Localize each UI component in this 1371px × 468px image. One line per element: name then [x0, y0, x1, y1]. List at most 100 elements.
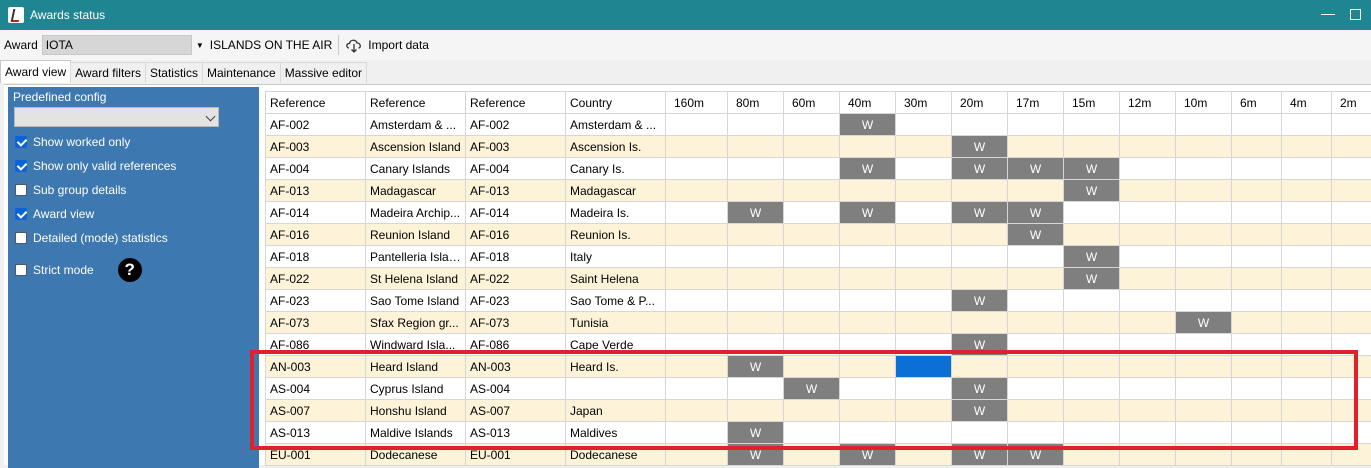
band-cell-30m[interactable]: [896, 356, 952, 378]
band-cell-10m[interactable]: [1176, 444, 1232, 466]
table-row[interactable]: AN-003Heard IslandAN-003Heard Is.W: [266, 356, 1371, 378]
band-cell-2m[interactable]: [1332, 180, 1371, 202]
band-cell-30m[interactable]: [896, 400, 952, 422]
help-icon[interactable]: ?: [118, 258, 142, 282]
band-cell-80m[interactable]: [728, 114, 784, 136]
band-cell-20m[interactable]: W: [952, 158, 1008, 180]
band-cell-2m[interactable]: [1332, 136, 1371, 158]
band-cell-4m[interactable]: [1282, 422, 1332, 444]
band-cell-6m[interactable]: [1232, 136, 1282, 158]
cell-ref[interactable]: AF-004: [266, 158, 366, 180]
cell-ref2[interactable]: AF-016: [466, 224, 566, 246]
band-cell-2m[interactable]: [1332, 202, 1371, 224]
band-cell-15m[interactable]: [1064, 400, 1120, 422]
band-cell-40m[interactable]: [840, 312, 896, 334]
band-cell-10m[interactable]: [1176, 334, 1232, 356]
band-cell-10m[interactable]: [1176, 356, 1232, 378]
cell-ref2[interactable]: AF-014: [466, 202, 566, 224]
band-cell-2m[interactable]: [1332, 268, 1371, 290]
band-cell-15m[interactable]: [1064, 290, 1120, 312]
band-cell-160m[interactable]: [666, 290, 728, 312]
band-cell-17m[interactable]: W: [1008, 444, 1064, 466]
band-cell-10m[interactable]: [1176, 378, 1232, 400]
band-cell-20m[interactable]: W: [952, 444, 1008, 466]
chevron-down-icon[interactable]: ▼: [194, 41, 206, 50]
band-cell-80m[interactable]: W: [728, 422, 784, 444]
band-cell-12m[interactable]: [1120, 334, 1176, 356]
tab-statistics[interactable]: Statistics: [145, 62, 203, 83]
band-cell-6m[interactable]: [1232, 422, 1282, 444]
table-row[interactable]: EU-001DodecaneseEU-001DodecaneseWWWW: [266, 444, 1371, 466]
cell-ref[interactable]: AF-014: [266, 202, 366, 224]
band-cell-12m[interactable]: [1120, 246, 1176, 268]
band-cell-17m[interactable]: [1008, 400, 1064, 422]
cell-ref2[interactable]: AF-003: [466, 136, 566, 158]
option-strict-mode[interactable]: Strict mode?: [15, 258, 142, 282]
band-cell-12m[interactable]: [1120, 378, 1176, 400]
column-header[interactable]: 6m: [1232, 92, 1282, 114]
cell-ref2[interactable]: AF-073: [466, 312, 566, 334]
band-cell-60m[interactable]: [784, 224, 840, 246]
band-cell-4m[interactable]: [1282, 136, 1332, 158]
band-cell-160m[interactable]: [666, 158, 728, 180]
table-row[interactable]: AF-086Windward Isla...AF-086Cape VerdeW: [266, 334, 1371, 356]
band-cell-160m[interactable]: [666, 444, 728, 466]
table-row[interactable]: AF-016Reunion IslandAF-016Reunion Is.W: [266, 224, 1371, 246]
table-row[interactable]: AF-014Madeira Archip...AF-014Madeira Is.…: [266, 202, 1371, 224]
band-cell-30m[interactable]: [896, 224, 952, 246]
band-cell-80m[interactable]: [728, 246, 784, 268]
cell-name[interactable]: Dodecanese: [366, 444, 466, 466]
band-cell-160m[interactable]: [666, 334, 728, 356]
band-cell-6m[interactable]: [1232, 180, 1282, 202]
band-cell-12m[interactable]: [1120, 312, 1176, 334]
band-cell-4m[interactable]: [1282, 246, 1332, 268]
cell-name[interactable]: Honshu Island: [366, 400, 466, 422]
checkbox-icon[interactable]: [15, 160, 27, 172]
band-cell-12m[interactable]: [1120, 158, 1176, 180]
table-row[interactable]: AF-022St Helena IslandAF-022Saint Helena…: [266, 268, 1371, 290]
band-cell-160m[interactable]: [666, 400, 728, 422]
band-cell-60m[interactable]: [784, 400, 840, 422]
cell-ref[interactable]: AF-022: [266, 268, 366, 290]
band-cell-10m[interactable]: [1176, 136, 1232, 158]
band-cell-80m[interactable]: W: [728, 356, 784, 378]
column-header[interactable]: Reference: [366, 92, 466, 114]
cell-ref2[interactable]: AF-086: [466, 334, 566, 356]
band-cell-15m[interactable]: [1064, 378, 1120, 400]
column-header[interactable]: 40m: [840, 92, 896, 114]
cell-ref2[interactable]: AF-018: [466, 246, 566, 268]
band-cell-30m[interactable]: [896, 422, 952, 444]
cell-name[interactable]: Reunion Island: [366, 224, 466, 246]
band-cell-4m[interactable]: [1282, 400, 1332, 422]
table-row[interactable]: AF-002Amsterdam & ...AF-002Amsterdam & .…: [266, 114, 1371, 136]
cell-ref[interactable]: AS-007: [266, 400, 366, 422]
band-cell-2m[interactable]: [1332, 246, 1371, 268]
band-cell-20m[interactable]: [952, 312, 1008, 334]
checkbox-icon[interactable]: [15, 232, 27, 244]
band-cell-6m[interactable]: [1232, 444, 1282, 466]
cell-name[interactable]: Maldive Islands: [366, 422, 466, 444]
option-sub-group-details[interactable]: Sub group details: [15, 183, 126, 197]
band-cell-4m[interactable]: [1282, 356, 1332, 378]
table-row[interactable]: AF-003Ascension IslandAF-003Ascension Is…: [266, 136, 1371, 158]
band-cell-10m[interactable]: [1176, 180, 1232, 202]
cell-country[interactable]: Heard Is.: [566, 356, 666, 378]
column-header[interactable]: 2m: [1332, 92, 1371, 114]
band-cell-40m[interactable]: [840, 246, 896, 268]
band-cell-60m[interactable]: [784, 202, 840, 224]
band-cell-20m[interactable]: [952, 356, 1008, 378]
band-cell-30m[interactable]: [896, 202, 952, 224]
band-cell-60m[interactable]: [784, 114, 840, 136]
band-cell-80m[interactable]: [728, 136, 784, 158]
band-cell-80m[interactable]: W: [728, 202, 784, 224]
band-cell-2m[interactable]: [1332, 312, 1371, 334]
table-row[interactable]: AF-004Canary IslandsAF-004Canary Is.WWWW: [266, 158, 1371, 180]
column-header[interactable]: 80m: [728, 92, 784, 114]
band-cell-17m[interactable]: [1008, 114, 1064, 136]
band-cell-160m[interactable]: [666, 202, 728, 224]
band-cell-40m[interactable]: [840, 268, 896, 290]
band-cell-12m[interactable]: [1120, 268, 1176, 290]
band-cell-17m[interactable]: [1008, 356, 1064, 378]
band-cell-6m[interactable]: [1232, 400, 1282, 422]
column-header[interactable]: 12m: [1120, 92, 1176, 114]
